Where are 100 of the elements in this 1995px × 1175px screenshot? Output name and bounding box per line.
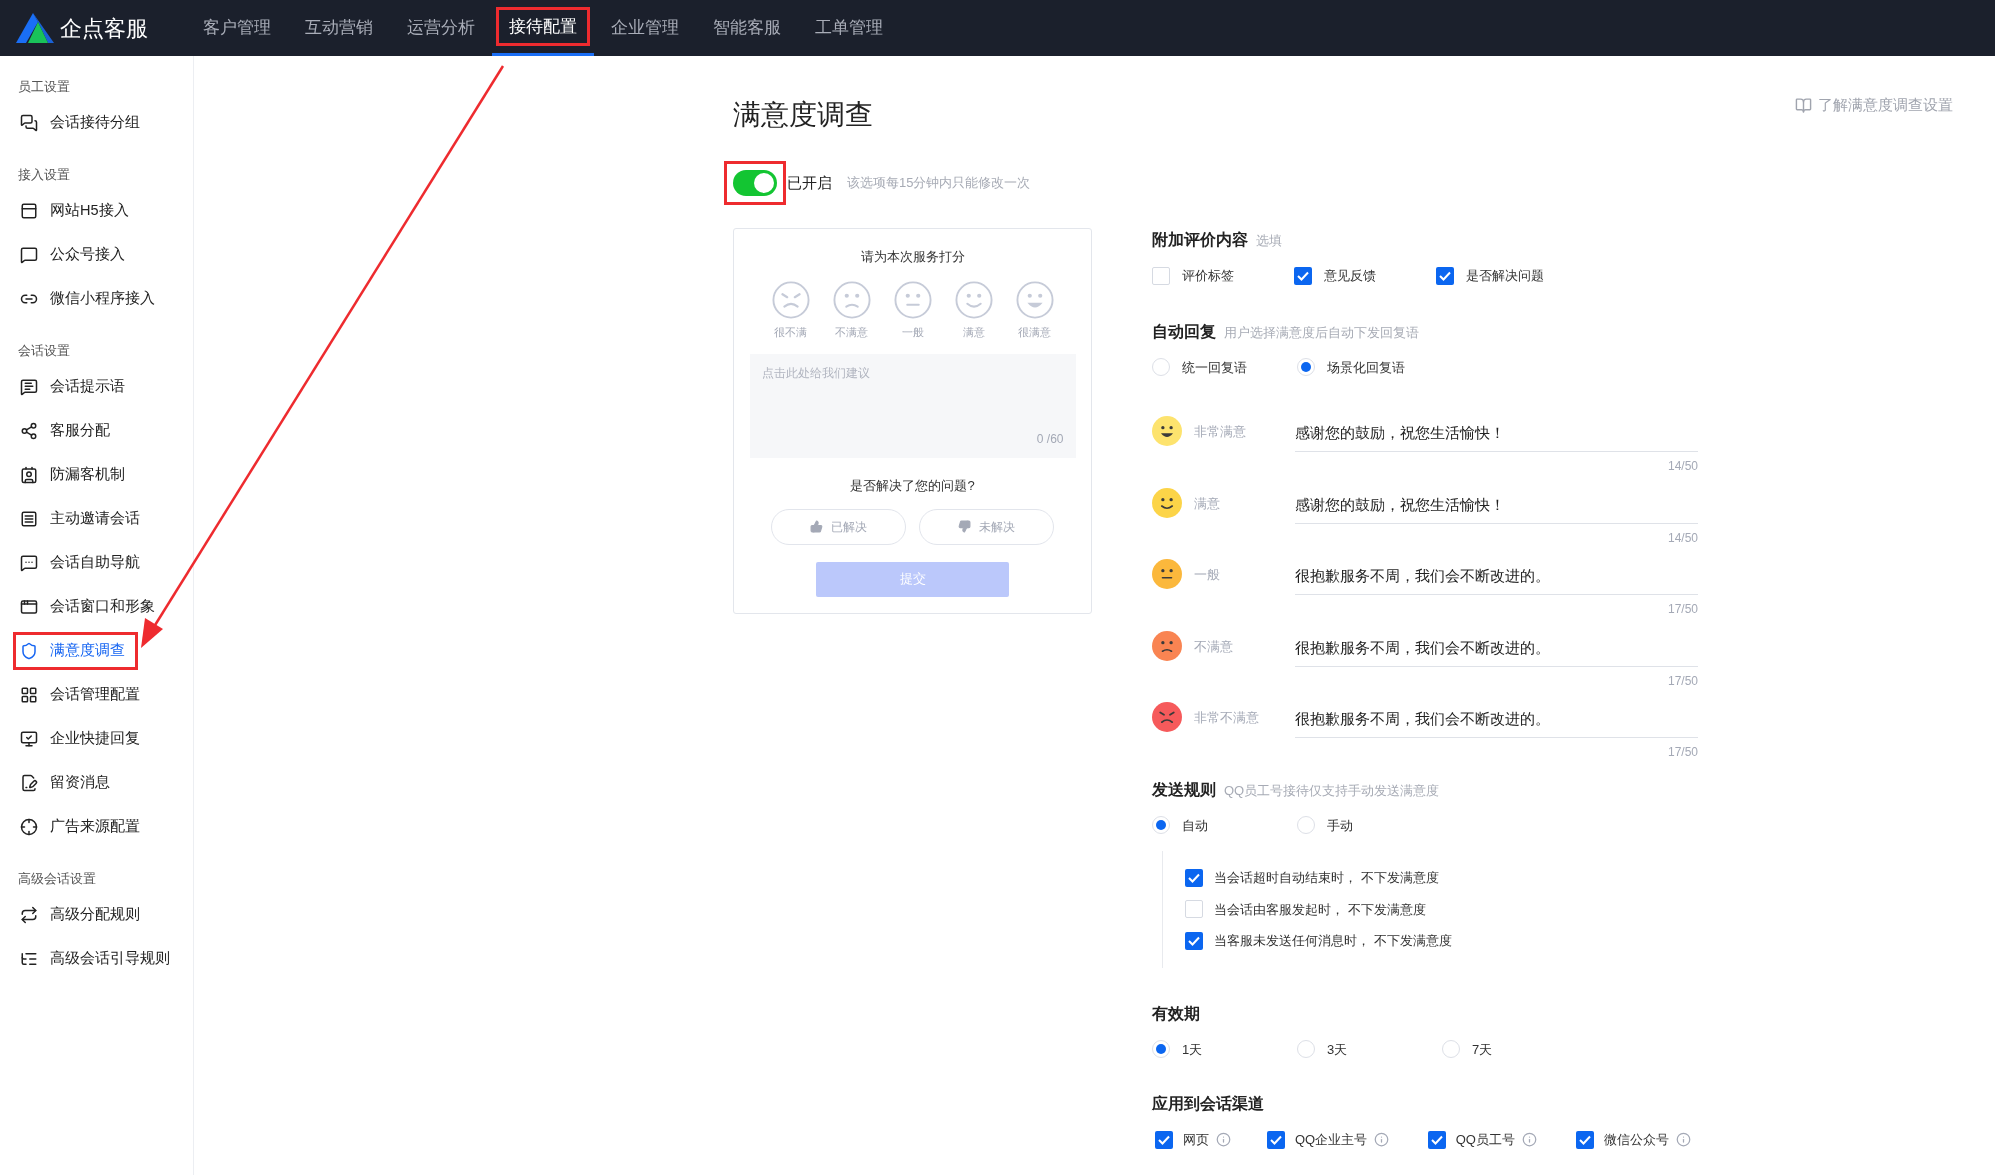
sidebar-item[interactable]: 会话提示语 — [13, 368, 132, 406]
checkbox[interactable] — [1267, 1130, 1285, 1149]
toggle-label: 已开启 — [787, 172, 832, 193]
info-icon — [1374, 1132, 1390, 1148]
checkbox-label: 当客服未发送任何消息时， 不下发满意度 — [1214, 932, 1452, 950]
sidebar-item[interactable]: 高级分配规则 — [13, 896, 147, 934]
sidebar-item[interactable]: 公众号接入 — [13, 236, 132, 274]
sidebar-heading: 高级会话设置 — [17, 870, 97, 889]
checkbox[interactable] — [1575, 1130, 1594, 1149]
radio-label: 场景化回复语 — [1327, 358, 1405, 377]
edit-icon — [20, 774, 38, 792]
toggle-switch[interactable] — [733, 170, 777, 196]
character-counter: 17/50 — [1666, 672, 1698, 690]
checkbox[interactable] — [1155, 1130, 1173, 1149]
radio-button[interactable] — [1297, 358, 1315, 377]
thumbs-down-icon — [958, 520, 971, 533]
sidebar-item[interactable]: 防漏客机制 — [13, 456, 132, 494]
character-counter: 17/50 — [1666, 601, 1698, 618]
radio-label: 统一回复语 — [1182, 358, 1247, 377]
sidebar-heading: 接入设置 — [17, 166, 71, 185]
character-counter: 0 /60 — [1036, 431, 1064, 448]
info-icon — [1216, 1132, 1231, 1148]
nav-tab[interactable]: 工单管理 — [798, 0, 900, 56]
radio-button[interactable] — [1152, 1040, 1170, 1059]
reply-text-field[interactable]: 感谢您的鼓励，祝您生活愉快！ — [1295, 487, 1698, 524]
sidebar-item[interactable]: 主动邀请会话 — [13, 500, 147, 538]
section-hint: 用户选择满意度后自动下发回复语 — [1224, 323, 1419, 342]
nav-tab[interactable]: 企业管理 — [594, 0, 696, 56]
page-title: 满意度调查 — [733, 98, 873, 132]
nodes-icon — [20, 422, 38, 440]
person-icon — [20, 466, 38, 484]
nav-tab[interactable]: 互动营销 — [288, 0, 390, 56]
checkbox-label: QQ企业主号 — [1295, 1131, 1368, 1149]
info-icon — [1521, 1132, 1537, 1148]
sidebar-item[interactable]: 网站H5接入 — [13, 192, 136, 230]
face-icon — [1015, 280, 1054, 319]
sidebar-item[interactable]: 留资消息 — [13, 764, 117, 802]
radio-button[interactable] — [1442, 1040, 1460, 1059]
chat-icon — [20, 246, 38, 264]
rating-label: 不满意 — [835, 324, 868, 340]
sidebar-item[interactable]: 高级会话引导规则 — [13, 940, 177, 978]
section-title: 附加评价内容 — [1152, 230, 1248, 250]
checkbox-label: 网页 — [1183, 1131, 1209, 1149]
info-icon — [1675, 1132, 1691, 1148]
radio-label: 7天 — [1472, 1040, 1493, 1059]
radio-label: 1天 — [1182, 1040, 1203, 1059]
checkbox-label: QQ员工号 — [1455, 1131, 1515, 1149]
sidebar-item[interactable]: 微信小程序接入 — [13, 280, 162, 318]
question-text: 是否解决了您的问题? — [850, 477, 975, 495]
checkbox[interactable] — [1427, 1130, 1446, 1149]
section-hint: 选填 — [1256, 232, 1282, 250]
logo-text: 企点客服 — [60, 14, 148, 43]
thumbs-up-icon — [810, 520, 823, 533]
nav-tab[interactable]: 客户管理 — [186, 0, 288, 56]
section-title: 应用到会话渠道 — [1152, 1094, 1264, 1114]
rating-label: 很不满 — [774, 324, 807, 340]
character-counter: 14/50 — [1666, 458, 1698, 475]
checkbox-label: 意见反馈 — [1324, 267, 1376, 285]
checkbox[interactable] — [1185, 868, 1203, 887]
reply-text-field[interactable]: 感谢您的鼓励，祝您生活愉快！ — [1295, 416, 1698, 452]
radio-button[interactable] — [1152, 816, 1170, 835]
sidebar-item[interactable]: 企业快捷回复 — [13, 720, 147, 758]
character-counter: 17/50 — [1666, 744, 1698, 761]
checkbox-label: 当会话由客服发起时， 不下发满意度 — [1214, 900, 1426, 919]
reply-text-field[interactable]: 很抱歉服务不周，我们会不断改进的。 — [1295, 630, 1698, 667]
sidebar-item[interactable]: 会话接待分组 — [13, 104, 147, 142]
sidebar-item[interactable]: 会话自助导航 — [13, 544, 147, 582]
face-icon — [832, 280, 871, 319]
checkbox[interactable] — [1294, 266, 1312, 285]
chat-lines-icon — [20, 554, 38, 572]
nav-tab[interactable]: 智能客服 — [696, 0, 798, 56]
reply-level-label: 满意 — [1194, 494, 1221, 513]
grid-icon — [20, 686, 38, 704]
logo-icon — [16, 13, 54, 43]
face-icon — [893, 280, 932, 319]
radio-button[interactable] — [1297, 816, 1315, 835]
character-counter: 14/50 — [1666, 529, 1698, 547]
checkbox[interactable] — [1152, 266, 1170, 285]
shield-icon — [20, 642, 38, 660]
reply-text-field[interactable]: 很抱歉服务不周，我们会不断改进的。 — [1295, 702, 1698, 738]
sidebar-heading: 员工设置 — [17, 78, 71, 97]
sidebar-item[interactable]: 会话管理配置 — [13, 676, 147, 714]
monitor-icon — [20, 730, 38, 748]
sidebar-heading: 会话设置 — [17, 342, 71, 361]
radio-button[interactable] — [1152, 358, 1170, 377]
nav-tab[interactable]: 运营分析 — [390, 0, 492, 56]
rating-label: 满意 — [962, 324, 985, 340]
sidebar-item[interactable]: 满意度调查 — [13, 632, 138, 670]
target-icon — [20, 818, 38, 836]
checkbox[interactable] — [1185, 900, 1203, 919]
checkbox[interactable] — [1436, 266, 1454, 285]
section-title: 有效期 — [1152, 1003, 1200, 1024]
checkbox[interactable] — [1185, 931, 1203, 950]
section-title: 发送规则 — [1152, 779, 1216, 800]
radio-button[interactable] — [1297, 1040, 1315, 1059]
reply-text-field[interactable]: 很抱歉服务不周，我们会不断改进的。 — [1295, 559, 1698, 595]
sidebar-item[interactable]: 客服分配 — [13, 412, 117, 450]
checkbox-label: 微信公众号 — [1603, 1131, 1669, 1149]
sidebar-item[interactable]: 会话窗口和形象 — [13, 588, 162, 626]
sidebar-item[interactable]: 广告来源配置 — [13, 808, 147, 846]
